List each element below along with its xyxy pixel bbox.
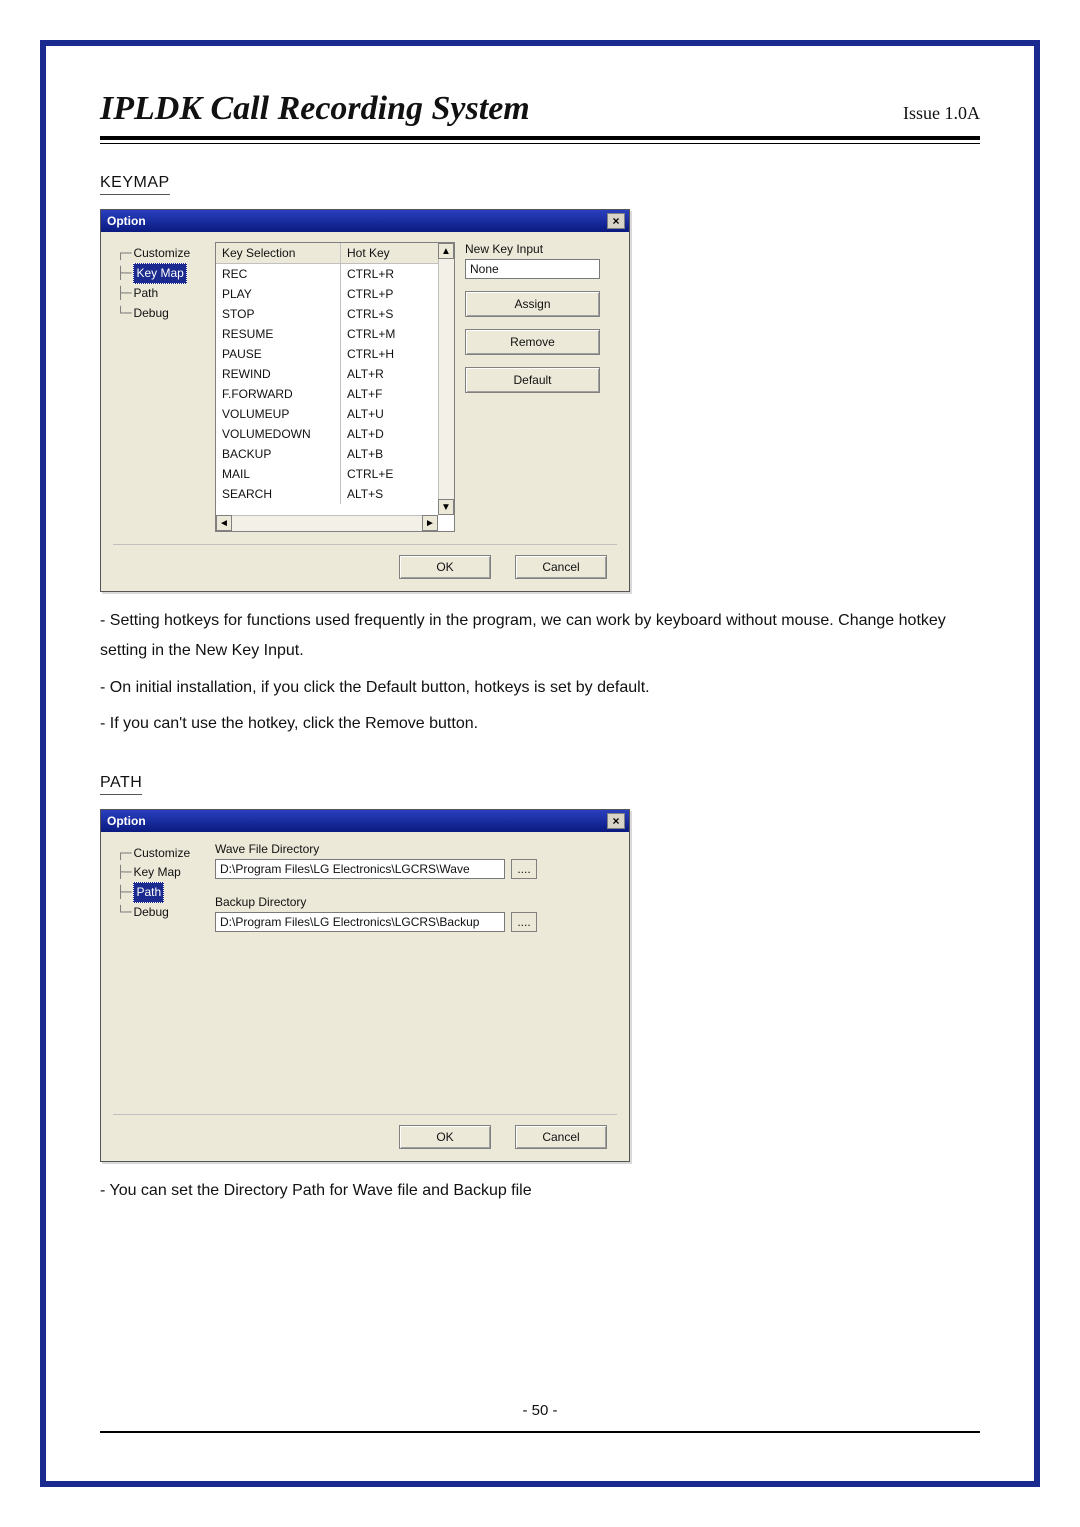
section-keymap: KEYMAP xyxy=(100,174,170,195)
cell-hotkey: ALT+S xyxy=(341,484,431,504)
cell-key: MAIL xyxy=(216,464,341,484)
close-icon[interactable]: × xyxy=(607,213,625,229)
cell-key: RESUME xyxy=(216,324,341,344)
new-key-input-field[interactable]: None xyxy=(465,259,600,279)
table-row[interactable]: VOLUMEUPALT+U xyxy=(216,404,454,424)
dialog-title-path: Option xyxy=(107,814,146,828)
scroll-htrack[interactable] xyxy=(232,515,422,531)
table-row[interactable]: MAILCTRL+E xyxy=(216,464,454,484)
keymap-paragraph-1: - Setting hotkeys for functions used fre… xyxy=(100,606,980,667)
dialog-title: Option xyxy=(107,214,146,228)
col-key-selection[interactable]: Key Selection xyxy=(216,243,341,263)
close-icon[interactable]: × xyxy=(607,813,625,829)
cell-key: STOP xyxy=(216,304,341,324)
cell-hotkey: CTRL+R xyxy=(341,264,431,284)
section-path: PATH xyxy=(100,774,142,795)
table-row[interactable]: VOLUMEDOWNALT+D xyxy=(216,424,454,444)
col-hot-key[interactable]: Hot Key xyxy=(341,243,431,263)
tree-item-customize[interactable]: Customize xyxy=(133,246,190,260)
path-dialog: Option × ┌─Customize ├─Key Map ├─Path └─… xyxy=(100,809,630,1162)
tree-item-keymap[interactable]: Key Map xyxy=(133,263,186,284)
cell-key: PAUSE xyxy=(216,344,341,364)
ok-button[interactable]: OK xyxy=(399,1125,491,1149)
cell-key: PLAY xyxy=(216,284,341,304)
cell-key: VOLUMEDOWN xyxy=(216,424,341,444)
header-rule-1 xyxy=(100,136,980,140)
cell-hotkey: ALT+D xyxy=(341,424,431,444)
tree-item-customize[interactable]: Customize xyxy=(133,846,190,860)
backup-browse-button[interactable]: .... xyxy=(511,912,537,932)
cancel-button[interactable]: Cancel xyxy=(515,555,607,579)
cell-hotkey: ALT+U xyxy=(341,404,431,424)
cell-key: REC xyxy=(216,264,341,284)
cell-hotkey: CTRL+E xyxy=(341,464,431,484)
remove-button[interactable]: Remove xyxy=(465,329,600,355)
doc-title: IPLDK Call Recording System xyxy=(100,90,530,128)
option-tree-path[interactable]: ┌─Customize ├─Key Map ├─Path └─Debug xyxy=(113,842,208,923)
tree-item-path[interactable]: Path xyxy=(133,286,158,300)
footer-rule xyxy=(100,1431,980,1433)
cell-hotkey: ALT+B xyxy=(341,444,431,464)
table-row[interactable]: REWINDALT+R xyxy=(216,364,454,384)
table-row[interactable]: RESUMECTRL+M xyxy=(216,324,454,344)
ok-button[interactable]: OK xyxy=(399,555,491,579)
cell-hotkey: CTRL+H xyxy=(341,344,431,364)
keymap-paragraph-2: - On initial installation, if you click … xyxy=(100,673,980,703)
cell-key: REWIND xyxy=(216,364,341,384)
header-rule-2 xyxy=(100,143,980,144)
doc-issue: Issue 1.0A xyxy=(903,103,980,124)
scroll-left-icon[interactable]: ◄ xyxy=(216,515,232,531)
table-row[interactable]: BACKUPALT+B xyxy=(216,444,454,464)
cell-key: VOLUMEUP xyxy=(216,404,341,424)
table-row[interactable]: SEARCHALT+S xyxy=(216,484,454,504)
backup-dir-input[interactable]: D:\Program Files\LG Electronics\LGCRS\Ba… xyxy=(215,912,505,932)
cancel-button[interactable]: Cancel xyxy=(515,1125,607,1149)
path-paragraph-1: - You can set the Directory Path for Wav… xyxy=(100,1176,980,1206)
table-row[interactable]: PAUSECTRL+H xyxy=(216,344,454,364)
page-number: - 50 - xyxy=(100,1402,980,1419)
cell-key: SEARCH xyxy=(216,484,341,504)
keymap-dialog: Option × ┌─Customize ├─Key Map ├─Path └─… xyxy=(100,209,630,592)
cell-key: F.FORWARD xyxy=(216,384,341,404)
scroll-vtrack[interactable] xyxy=(438,259,454,499)
tree-item-keymap[interactable]: Key Map xyxy=(133,865,180,879)
cell-hotkey: ALT+F xyxy=(341,384,431,404)
table-row[interactable]: F.FORWARDALT+F xyxy=(216,384,454,404)
wave-browse-button[interactable]: .... xyxy=(511,859,537,879)
scroll-up-icon[interactable]: ▲ xyxy=(438,243,454,259)
scroll-down-icon[interactable]: ▼ xyxy=(438,499,454,515)
tree-item-path[interactable]: Path xyxy=(133,882,164,903)
wave-dir-input[interactable]: D:\Program Files\LG Electronics\LGCRS\Wa… xyxy=(215,859,505,879)
new-key-input-label: New Key Input xyxy=(465,242,600,256)
option-tree[interactable]: ┌─Customize ├─Key Map ├─Path └─Debug xyxy=(113,242,208,323)
table-row[interactable]: STOPCTRL+S xyxy=(216,304,454,324)
table-row[interactable]: PLAYCTRL+P xyxy=(216,284,454,304)
cell-key: BACKUP xyxy=(216,444,341,464)
cell-hotkey: CTRL+S xyxy=(341,304,431,324)
keymap-listview[interactable]: Key Selection Hot Key RECCTRL+RPLAYCTRL+… xyxy=(215,242,455,532)
default-button[interactable]: Default xyxy=(465,367,600,393)
cell-hotkey: CTRL+P xyxy=(341,284,431,304)
keymap-paragraph-3: - If you can't use the hotkey, click the… xyxy=(100,709,980,739)
tree-item-debug[interactable]: Debug xyxy=(133,306,168,320)
assign-button[interactable]: Assign xyxy=(465,291,600,317)
tree-item-debug[interactable]: Debug xyxy=(133,905,168,919)
table-row[interactable]: RECCTRL+R xyxy=(216,264,454,284)
wave-dir-label: Wave File Directory xyxy=(215,842,617,856)
cell-hotkey: CTRL+M xyxy=(341,324,431,344)
scroll-right-icon[interactable]: ► xyxy=(422,515,438,531)
cell-hotkey: ALT+R xyxy=(341,364,431,384)
backup-dir-label: Backup Directory xyxy=(215,895,617,909)
